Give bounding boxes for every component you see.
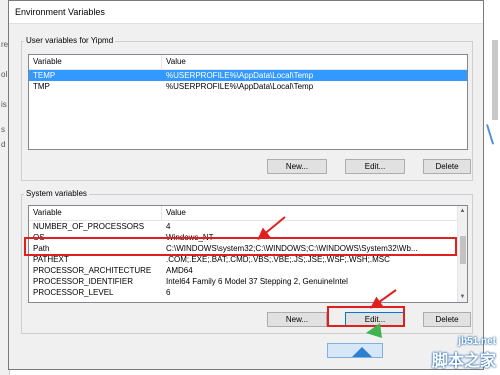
watermark-site: jb51.net [458,336,496,347]
annotation-arrows [257,216,397,357]
watermark: jb51.net 脚本之家 [432,336,496,371]
arrow-to-path-icon [257,216,286,240]
arrow-to-edit-icon [370,289,397,309]
watermark-brand: 脚本之家 [431,351,496,370]
cursor-mark-icon [366,323,382,338]
cursor-mark-icon [352,347,372,357]
